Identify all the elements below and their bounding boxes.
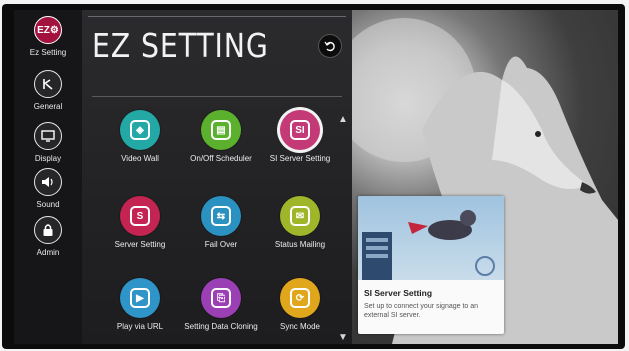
lock-icon — [34, 216, 62, 244]
menu-item-label: Status Mailing — [274, 240, 326, 249]
sidebar-item-ez-setting[interactable]: EZ⚙ Ez Setting — [14, 16, 82, 57]
category-sidebar: EZ⚙ Ez Setting General Display Sound Adm… — [14, 10, 82, 344]
menu-item-sync-mode[interactable]: ⟳ Sync Mode — [260, 278, 340, 332]
ez-icon: EZ⚙ — [34, 16, 62, 44]
card-illustration — [358, 196, 504, 280]
menu-item-si-server-setting[interactable]: SI SI Server Setting — [260, 110, 340, 164]
menu-item-status-mailing[interactable]: ✉ Status Mailing — [260, 196, 340, 250]
play-url-icon: ▶ — [120, 278, 160, 318]
card-title: SI Server Setting — [364, 288, 433, 298]
back-button[interactable] — [318, 34, 342, 58]
sidebar-item-label: Ez Setting — [29, 48, 67, 57]
sync-mode-icon: ⟳ — [280, 278, 320, 318]
menu-item-label: Server Setting — [114, 240, 166, 249]
title-divider — [92, 96, 342, 97]
menu-item-server-setting[interactable]: S Server Setting — [100, 196, 180, 250]
menu-item-play-via-url[interactable]: ▶ Play via URL — [100, 278, 180, 332]
sidebar-item-sound[interactable]: Sound — [14, 168, 82, 209]
ez-setting-panel: EZ SETTING ▲ ▼ ◈ Video Wall ▤ On/Off Sch… — [82, 10, 352, 344]
description-card: SI Server Setting Set up to connect your… — [358, 196, 504, 334]
speaker-icon — [34, 168, 62, 196]
data-cloning-icon: ⎘ — [201, 278, 241, 318]
back-arrow-icon — [324, 41, 335, 52]
tv-screen: EZ⚙ Ez Setting General Display Sound Adm… — [14, 10, 618, 344]
menu-item-setting-data-cloning[interactable]: ⎘ Setting Data Cloning — [181, 278, 261, 332]
menu-item-label: Play via URL — [116, 322, 164, 331]
card-description: Set up to connect your signage to an ext… — [364, 303, 479, 319]
general-settings-icon — [34, 70, 62, 98]
sidebar-item-label: Display — [34, 154, 62, 163]
scroll-down-icon[interactable]: ▼ — [338, 332, 348, 343]
server-illustration-icon — [362, 210, 495, 280]
menu-item-label: Setting Data Cloning — [184, 322, 258, 331]
scheduler-icon: ▤ — [201, 110, 241, 150]
server-setting-icon: S — [120, 196, 160, 236]
status-mailing-icon: ✉ — [280, 196, 320, 236]
top-divider — [88, 16, 346, 17]
menu-item-on-off-scheduler[interactable]: ▤ On/Off Scheduler — [181, 110, 261, 164]
menu-item-fail-over[interactable]: ⇆ Fail Over — [181, 196, 261, 250]
sidebar-item-label: General — [33, 102, 63, 111]
sidebar-item-admin[interactable]: Admin — [14, 216, 82, 257]
menu-item-label: SI Server Setting — [269, 154, 331, 163]
menu-item-label: Sync Mode — [279, 322, 321, 331]
video-wall-icon: ◈ — [120, 110, 160, 150]
si-server-icon: SI — [280, 110, 320, 150]
sidebar-item-display[interactable]: Display — [14, 122, 82, 163]
menu-item-label: On/Off Scheduler — [190, 154, 252, 163]
display-icon — [34, 122, 62, 150]
menu-item-label: Video Wall — [121, 154, 159, 163]
sidebar-item-general[interactable]: General — [14, 70, 82, 111]
menu-item-video-wall[interactable]: ◈ Video Wall — [100, 110, 180, 164]
sidebar-item-label: Admin — [36, 248, 60, 257]
page-title: EZ SETTING — [92, 26, 269, 65]
sidebar-item-label: Sound — [36, 200, 60, 209]
fail-over-icon: ⇆ — [201, 196, 241, 236]
menu-item-label: Fail Over — [204, 240, 238, 249]
